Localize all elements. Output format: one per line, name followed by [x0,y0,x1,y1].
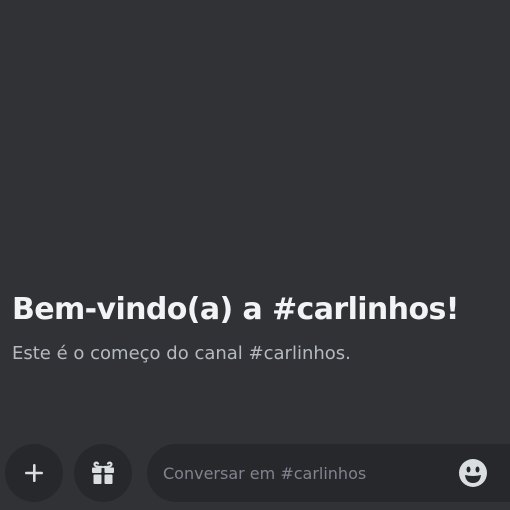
emoji-button[interactable] [457,457,489,489]
welcome-subtitle: Este é o começo do canal #carlinhos. [12,343,351,364]
message-composer [0,440,510,510]
gift-button[interactable] [74,444,132,502]
welcome-title: Bem-vindo(a) a #carlinhos! [12,292,459,327]
channel-welcome: Bem-vindo(a) a #carlinhos! Este é o come… [12,288,502,366]
plus-icon [25,464,43,482]
emoji-icon [459,459,487,487]
message-box [147,444,510,502]
add-attachment-button[interactable] [5,444,63,502]
message-input[interactable] [163,444,443,502]
gift-icon [92,461,114,484]
